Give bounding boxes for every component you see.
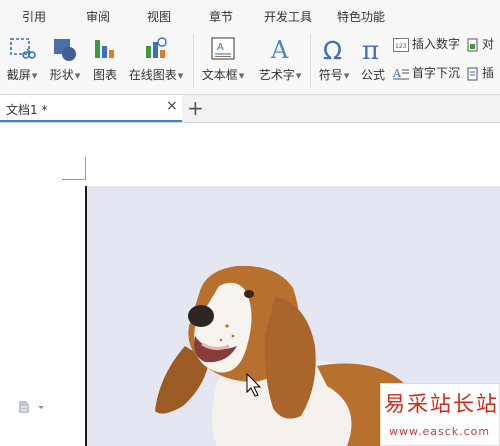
- document-tab-strip: 文档1 * × +: [0, 95, 500, 123]
- insert-other-icon: [467, 67, 478, 80]
- chevron-down-icon: ▼: [74, 71, 81, 80]
- page-corner-mark: [62, 179, 86, 180]
- tab-references[interactable]: 引用: [22, 8, 46, 25]
- menu-tab-bar: 引用 审阅 视图 章节 开发工具 特色功能: [0, 0, 500, 30]
- chart-icon: [95, 40, 114, 58]
- svg-text:π: π: [362, 36, 379, 62]
- art-text-button[interactable]: A 艺术字▼: [253, 30, 307, 92]
- object-button[interactable]: 对: [467, 35, 494, 55]
- insert-other-label: 插: [482, 66, 495, 80]
- ribbon-divider: [310, 34, 311, 88]
- drop-cap-label: 首字下沉: [412, 66, 461, 80]
- shape-button[interactable]: 形状▼: [44, 30, 86, 92]
- tab-developer-tools[interactable]: 开发工具: [264, 8, 312, 25]
- insert-number-button[interactable]: 123 插入数字: [393, 35, 460, 55]
- svg-text:123: 123: [395, 43, 407, 50]
- formula-label: 公式: [360, 68, 385, 82]
- omega-symbol-icon: Ω: [323, 36, 342, 62]
- insert-other-button[interactable]: 插: [467, 64, 494, 84]
- tab-view[interactable]: 视图: [147, 8, 171, 25]
- tab-special-features[interactable]: 特色功能: [337, 8, 385, 25]
- formula-button[interactable]: π 公式: [356, 30, 390, 92]
- tab-review[interactable]: 审阅: [86, 8, 110, 25]
- document-tab-title: 文档1 *: [6, 103, 48, 117]
- svg-text:Ω: Ω: [323, 36, 342, 62]
- chevron-down-icon: ▼: [343, 71, 350, 80]
- chevron-down-icon: ▼: [31, 71, 38, 80]
- textbox-icon: A: [211, 37, 235, 60]
- svg-text:A: A: [393, 67, 402, 80]
- online-chart-button[interactable]: 在线图表▼: [124, 30, 188, 92]
- drop-cap-button[interactable]: A 首字下沉: [393, 64, 460, 84]
- site-watermark: 易采站长站 www.easck.com: [380, 383, 500, 446]
- object-icon: [467, 38, 478, 51]
- document-tab[interactable]: 文档1 * ×: [0, 95, 182, 122]
- pi-formula-icon: π: [362, 36, 379, 62]
- page-corner-mark: [85, 157, 86, 180]
- screenshot-icon: [10, 38, 36, 59]
- textbox-button[interactable]: A 文本框▼: [197, 30, 249, 92]
- online-chart-label: 在线图表: [128, 68, 177, 82]
- svg-text:A: A: [270, 36, 289, 62]
- new-tab-icon[interactable]: +: [187, 95, 204, 121]
- online-chart-icon: [146, 37, 167, 58]
- chart-label: 图表: [92, 68, 117, 82]
- document-options-icon[interactable]: [18, 400, 46, 414]
- object-label: 对: [482, 37, 495, 51]
- drop-cap-icon: A: [393, 67, 409, 80]
- svg-text:A: A: [217, 42, 224, 53]
- art-text-label: 艺术字: [258, 68, 295, 82]
- chevron-down-icon: ▼: [295, 71, 302, 80]
- textbox-label: 文本框: [201, 68, 238, 82]
- symbol-button[interactable]: Ω 符号▼: [314, 30, 354, 92]
- symbol-label: 符号: [318, 68, 343, 82]
- watermark-url: www.easck.com: [389, 425, 491, 438]
- shape-icon: [54, 39, 76, 61]
- tab-sections[interactable]: 章节: [209, 8, 233, 25]
- art-text-icon: A: [270, 36, 289, 62]
- chart-button[interactable]: 图表: [88, 30, 122, 92]
- insert-ribbon: 截屏▼ 形状▼ 图表 在线图表▼ A 文本框▼ A 艺术字▼ Ω 符号▼ π 公…: [0, 30, 500, 95]
- screenshot-button[interactable]: 截屏▼: [2, 30, 42, 92]
- close-icon[interactable]: ×: [166, 98, 178, 114]
- ribbon-divider: [193, 34, 194, 88]
- shape-label: 形状: [49, 68, 74, 82]
- chevron-down-icon: ▼: [238, 71, 245, 80]
- insert-number-label: 插入数字: [412, 37, 461, 51]
- chevron-down-icon: ▼: [177, 71, 184, 80]
- watermark-title: 易采站长站: [384, 392, 499, 416]
- insert-number-icon: 123: [393, 37, 409, 52]
- screenshot-label: 截屏: [6, 68, 31, 82]
